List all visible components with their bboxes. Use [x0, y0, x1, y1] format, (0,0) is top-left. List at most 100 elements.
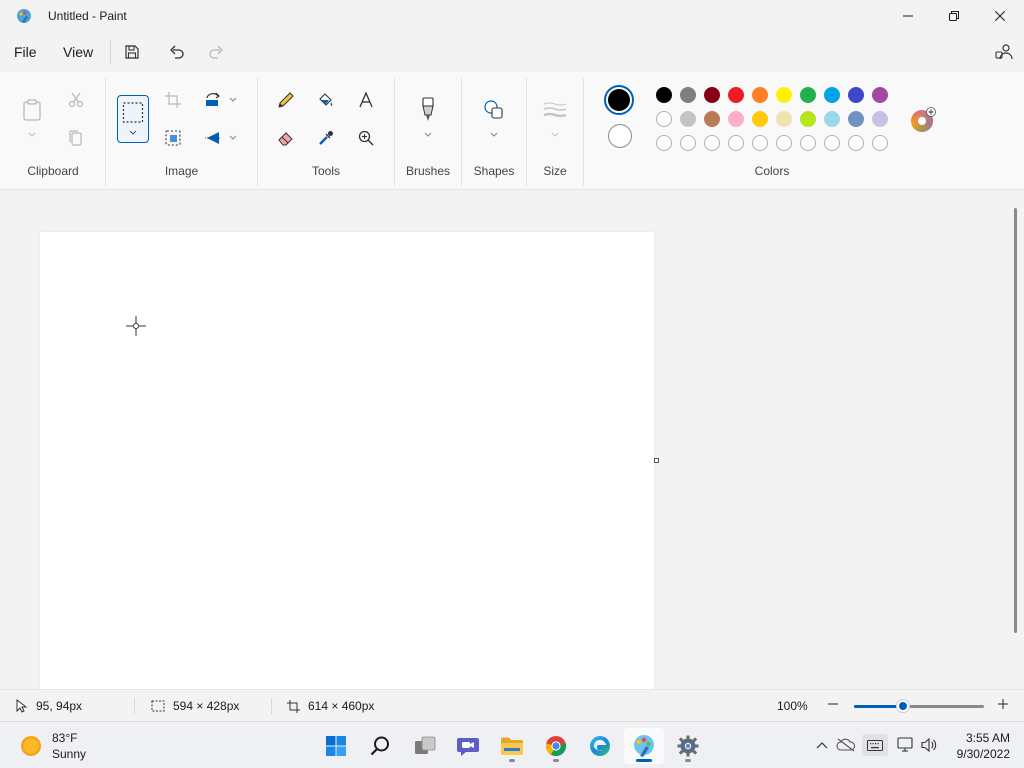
palette-color-swatch[interactable] — [776, 87, 792, 103]
palette-color-swatch[interactable] — [824, 111, 840, 127]
flip-button[interactable] — [197, 122, 229, 154]
restore-button[interactable] — [931, 0, 977, 32]
zoom-slider[interactable] — [854, 699, 984, 713]
palette-color-swatch[interactable] — [848, 87, 864, 103]
start-button[interactable] — [316, 728, 356, 764]
fill-tool[interactable] — [310, 84, 342, 116]
teams-chat-button[interactable] — [448, 728, 488, 764]
eyedropper-icon — [319, 131, 333, 145]
palette-color-swatch[interactable] — [752, 87, 768, 103]
palette-color-swatch[interactable] — [872, 87, 888, 103]
minimize-button[interactable] — [885, 0, 931, 32]
custom-color-slot[interactable] — [824, 135, 840, 151]
custom-color-slot[interactable] — [680, 135, 696, 151]
edit-colors-button[interactable] — [910, 107, 936, 133]
show-hidden-icons-button[interactable] — [811, 734, 833, 756]
search-button[interactable] — [360, 728, 400, 764]
canvas-size-status: 614 × 460px — [287, 699, 374, 713]
brushes-chevron-icon[interactable] — [423, 130, 433, 140]
shapes-chevron-icon[interactable] — [489, 130, 499, 140]
file-menu[interactable]: File — [10, 42, 41, 62]
settings-button[interactable] — [668, 728, 708, 764]
magnifier-icon — [358, 130, 374, 146]
crop-button[interactable] — [157, 84, 189, 116]
paste-button[interactable] — [16, 92, 48, 128]
eraser-tool[interactable] — [270, 122, 302, 154]
view-menu[interactable]: View — [59, 42, 97, 62]
custom-color-slot[interactable] — [776, 135, 792, 151]
copy-button[interactable] — [60, 122, 92, 154]
custom-color-slot[interactable] — [704, 135, 720, 151]
edge-button[interactable] — [580, 728, 620, 764]
custom-color-slot[interactable] — [872, 135, 888, 151]
custom-color-slot[interactable] — [728, 135, 744, 151]
palette-color-swatch[interactable] — [872, 111, 888, 127]
canvas-workspace — [0, 191, 1024, 689]
palette-color-swatch[interactable] — [704, 111, 720, 127]
selection-icon — [151, 700, 165, 712]
text-tool[interactable] — [350, 84, 382, 116]
pencil-tool[interactable] — [270, 84, 302, 116]
undo-button[interactable] — [165, 40, 189, 64]
save-button[interactable] — [120, 40, 144, 64]
touch-keyboard-button[interactable] — [862, 734, 888, 756]
palette-color-swatch[interactable] — [656, 87, 672, 103]
file-explorer-button[interactable] — [492, 728, 532, 764]
palette-color-swatch[interactable] — [752, 111, 768, 127]
network-tray-button[interactable] — [895, 734, 917, 756]
zoom-level[interactable]: 100% — [777, 699, 808, 713]
palette-color-swatch[interactable] — [704, 87, 720, 103]
cloud-offline-icon — [836, 738, 856, 752]
paste-chevron-icon[interactable] — [27, 130, 37, 140]
palette-color-swatch[interactable] — [680, 111, 696, 127]
custom-color-slot[interactable] — [848, 135, 864, 151]
edge-icon — [590, 736, 610, 756]
zoom-out-button[interactable] — [827, 698, 839, 710]
chrome-button[interactable] — [536, 728, 576, 764]
close-button[interactable] — [977, 0, 1023, 32]
flip-chevron-icon[interactable] — [228, 133, 238, 143]
select-button[interactable] — [117, 95, 149, 143]
primary-color-button[interactable] — [604, 85, 634, 115]
canvas-resize-handle-right[interactable] — [654, 458, 659, 463]
palette-color-swatch[interactable] — [728, 111, 744, 127]
rotate-button[interactable] — [197, 84, 229, 116]
color-picker-tool[interactable] — [310, 122, 342, 154]
custom-color-slot[interactable] — [656, 135, 672, 151]
size-group: Size — [527, 72, 583, 190]
custom-color-slot[interactable] — [800, 135, 816, 151]
taskbar-clock[interactable]: 3:55 AM 9/30/2022 — [957, 730, 1010, 762]
minus-icon — [828, 703, 838, 705]
brushes-button[interactable] — [412, 94, 444, 126]
redo-button[interactable] — [204, 40, 228, 64]
palette-color-swatch[interactable] — [848, 111, 864, 127]
magnifier-tool[interactable] — [350, 122, 382, 154]
palette-color-swatch[interactable] — [776, 111, 792, 127]
drawing-canvas[interactable] — [40, 232, 654, 689]
palette-color-swatch[interactable] — [800, 87, 816, 103]
size-button[interactable] — [539, 94, 571, 126]
palette-color-swatch[interactable] — [824, 87, 840, 103]
close-icon — [995, 11, 1005, 21]
custom-color-slot[interactable] — [752, 135, 768, 151]
paint-taskbar-button[interactable] — [624, 728, 664, 764]
shapes-button[interactable] — [478, 94, 510, 126]
palette-color-swatch[interactable] — [728, 87, 744, 103]
vertical-scrollbar[interactable] — [1014, 208, 1017, 633]
cut-button[interactable] — [60, 84, 92, 116]
size-chevron-icon[interactable] — [550, 130, 560, 140]
account-button[interactable] — [992, 40, 1016, 64]
weather-widget[interactable]: 83°F Sunny — [20, 730, 86, 762]
zoom-in-button[interactable] — [997, 698, 1009, 710]
secondary-color-button[interactable] — [608, 124, 632, 148]
task-view-button[interactable] — [405, 728, 445, 764]
menu-bar: File View — [0, 32, 1024, 72]
palette-color-swatch[interactable] — [656, 111, 672, 127]
volume-tray-button[interactable] — [918, 734, 940, 756]
rotate-chevron-icon[interactable] — [228, 95, 238, 105]
onedrive-tray-button[interactable] — [835, 734, 857, 756]
resize-button[interactable] — [157, 122, 189, 154]
zoom-slider-thumb[interactable] — [896, 699, 911, 713]
palette-color-swatch[interactable] — [680, 87, 696, 103]
palette-color-swatch[interactable] — [800, 111, 816, 127]
